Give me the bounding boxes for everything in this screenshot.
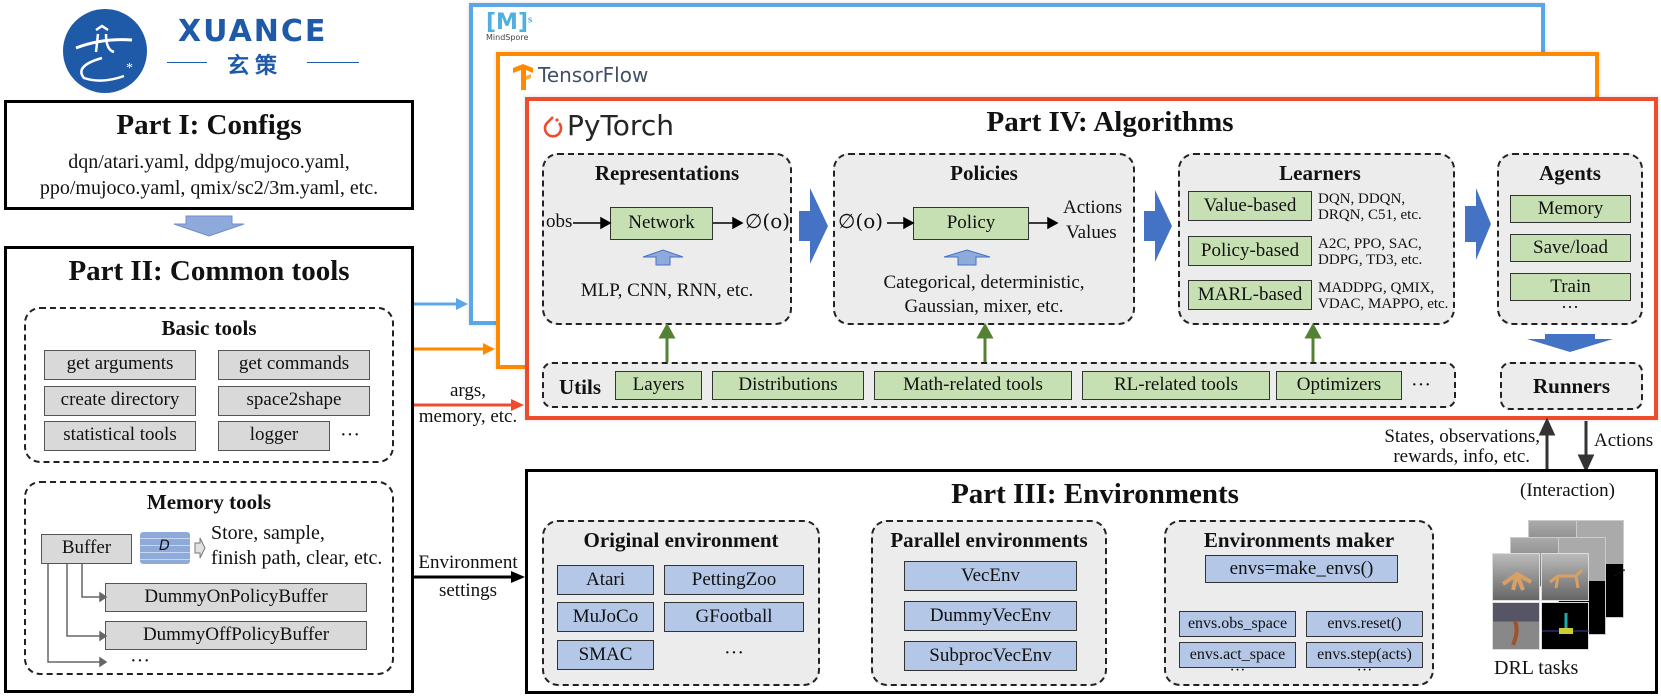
task-cartpole <box>1541 602 1590 650</box>
make-envs-call: envs=make_envs() <box>1205 555 1398 583</box>
env-atari: Atari <box>557 565 654 595</box>
states-label-line2: rewards, info, etc. <box>1393 446 1530 467</box>
task-cheetah <box>1541 553 1589 601</box>
cheetah-robot-icon <box>1549 568 1584 589</box>
env-gfootball: GFootball <box>664 602 804 632</box>
part3-title: Part III: Environments <box>951 478 1239 510</box>
original-environment-ellipsis: ··· <box>724 642 744 664</box>
cartpole-icon <box>1542 613 1590 634</box>
env-smac: SMAC <box>557 640 654 670</box>
task-ant <box>1492 553 1540 601</box>
env-subprocvecenv: SubprocVecEnv <box>904 641 1077 671</box>
envs-reset: envs.reset() <box>1306 611 1423 637</box>
environments-maker-title: Environments maker <box>1203 528 1395 552</box>
interaction-label: (Interaction) <box>1520 480 1615 501</box>
ant-robot-icon <box>1501 571 1532 591</box>
env-pettingzoo: PettingZoo <box>664 565 804 595</box>
env-vecenv: VecEnv <box>904 561 1077 591</box>
env-dummyvecenv: DummyVecEnv <box>904 601 1077 631</box>
maker-ellipsis-right: ··· <box>1356 662 1373 679</box>
original-environment-title: Original environment <box>583 528 779 552</box>
actions-label: Actions <box>1594 430 1654 451</box>
parallel-environments-title: Parallel environments <box>890 528 1088 552</box>
drl-tasks-image: ··· <box>1490 515 1640 650</box>
task-swimmer <box>1492 602 1540 650</box>
states-label-line1: States, observations, <box>1384 426 1540 447</box>
drl-tasks-label: DRL tasks <box>1494 657 1579 679</box>
envs-obs-space: envs.obs_space <box>1179 611 1296 637</box>
maker-ellipsis-left: ··· <box>1229 662 1246 679</box>
env-mujoco: MuJoCo <box>557 602 654 632</box>
swimmer-robot-icon <box>1511 620 1519 646</box>
